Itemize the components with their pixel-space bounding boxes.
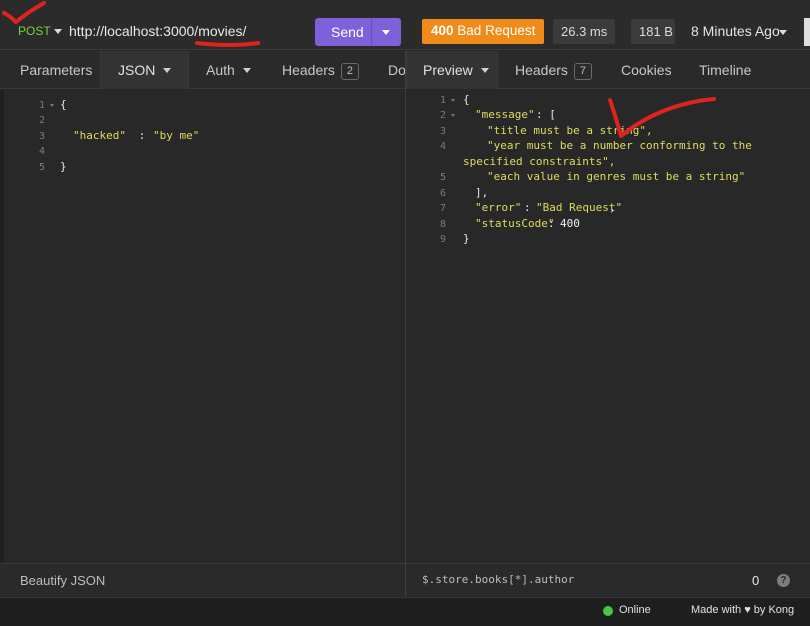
fold-icon[interactable] — [451, 114, 455, 117]
tab-auth[interactable]: Auth — [206, 51, 251, 89]
chevron-down-icon[interactable] — [54, 29, 62, 34]
response-footer: $.store.books[*].author 0 ? — [406, 563, 810, 597]
line-number: 4 — [439, 141, 446, 152]
tab-json[interactable]: JSON — [100, 51, 189, 89]
chevron-down-icon[interactable] — [480, 68, 489, 73]
json-string: "by me" — [153, 129, 200, 142]
response-history-dropdown[interactable]: 8 Minutes Ago — [691, 23, 780, 39]
request-footer: Beautify JSON — [0, 563, 405, 597]
tab-label: Preview — [423, 62, 473, 78]
json-colon: : — [132, 129, 152, 142]
json-brace: } — [60, 160, 67, 173]
tab-preview[interactable]: Preview — [406, 51, 498, 89]
json-key: "hacked" — [73, 129, 126, 142]
made-with-suffix: by Kong — [753, 604, 795, 616]
send-label: Send — [331, 24, 364, 40]
json-number: 400 — [560, 217, 580, 230]
fold-icon[interactable] — [451, 99, 455, 102]
response-time-badge: 26.3 ms — [553, 19, 616, 44]
json-punct: ], — [475, 186, 489, 199]
beautify-json-button[interactable]: Beautify JSON — [20, 573, 105, 588]
made-with-prefix: Made with — [691, 604, 742, 616]
send-options-chevron-icon[interactable] — [382, 30, 390, 35]
line-number: 5 — [439, 172, 446, 183]
tab-label: Do — [388, 62, 405, 78]
status-bar: Online Made with ♥ by Kong — [0, 597, 810, 626]
tab-label: JSON — [118, 62, 156, 78]
headers-count-badge: 7 — [573, 63, 592, 80]
made-with-kong[interactable]: Made with ♥ by Kong — [691, 604, 794, 616]
line-number: 9 — [439, 234, 446, 245]
json-key: "message" — [475, 108, 535, 121]
chevron-down-icon[interactable] — [242, 68, 251, 73]
tab-response-headers[interactable]: Headers 7 — [515, 51, 592, 89]
json-brace: { — [463, 93, 470, 106]
fold-icon[interactable] — [50, 104, 54, 107]
line-number: 2 — [38, 115, 45, 126]
line-number: 6 — [439, 188, 446, 199]
tab-headers[interactable]: Headers 2 — [282, 51, 359, 89]
json-string: "each value in genres must be a string" — [487, 170, 746, 183]
response-filter-input[interactable]: $.store.books[*].author — [422, 573, 574, 586]
tab-timeline[interactable]: Timeline — [699, 51, 751, 89]
line-number: 2 — [439, 110, 446, 121]
chevron-down-icon[interactable] — [163, 68, 172, 73]
json-string: "year must be a number conforming to the — [487, 139, 752, 152]
json-key: "error" — [475, 201, 522, 214]
request-tabs: Parameters JSON Auth Headers 2 Do — [0, 51, 405, 89]
json-string: specified constraints", — [463, 155, 616, 168]
json-key: "statusCode" — [475, 217, 555, 230]
tab-label: Timeline — [699, 62, 752, 78]
response-tabs: Preview Headers 7 Cookies Timeline — [406, 51, 810, 89]
history-edge — [804, 18, 810, 46]
line-number: 8 — [439, 219, 446, 230]
json-brace: { — [60, 98, 67, 111]
json-string: "title must be a string", — [487, 124, 653, 137]
online-status-icon — [603, 606, 613, 616]
send-button[interactable]: Send — [315, 18, 401, 46]
tab-label: Parameters — [20, 62, 93, 78]
line-number: 4 — [38, 146, 45, 157]
response-body-viewer: 1 2 3 4 5 6 7 8 9 { "message" : [ "title… — [406, 90, 810, 563]
line-number: 1 — [38, 100, 45, 111]
tab-cookies[interactable]: Cookies — [621, 51, 672, 89]
tab-label: Cookies — [621, 62, 672, 78]
sidebar-edge — [0, 90, 4, 600]
code-editor[interactable]: 1 2 3 4 5 { "hacked" : "by me" } — [0, 90, 405, 563]
line-number: 7 — [439, 203, 446, 214]
filter-result-count: 0 — [752, 573, 760, 588]
status-badge: 400 Bad Request — [422, 19, 545, 44]
method-dropdown[interactable]: POST — [18, 24, 51, 38]
tab-label: Headers — [282, 62, 335, 78]
status-text: Bad Request — [457, 23, 536, 38]
request-bar: POST http://localhost:3000/movies/ Send … — [0, 0, 810, 50]
url-input[interactable]: http://localhost:3000/movies/ — [69, 23, 246, 39]
response-size-badge: 181 B — [631, 19, 675, 44]
line-number: 3 — [439, 126, 446, 137]
line-number: 1 — [439, 95, 446, 106]
heart-icon: ♥ — [744, 604, 751, 616]
tab-label: Auth — [206, 62, 235, 78]
tab-docs[interactable]: Do — [388, 51, 405, 89]
online-status-label: Online — [619, 604, 651, 616]
headers-count-badge: 2 — [340, 63, 359, 80]
tab-parameters[interactable]: Parameters — [20, 51, 92, 89]
json-brace: } — [463, 232, 470, 245]
help-icon[interactable]: ? — [777, 574, 790, 587]
tab-label: Headers — [515, 62, 568, 78]
send-divider — [371, 18, 372, 46]
chevron-down-icon[interactable] — [779, 30, 787, 35]
status-code: 400 — [431, 23, 454, 38]
line-number: 5 — [38, 162, 45, 173]
line-number: 3 — [38, 131, 45, 142]
json-punct: : [ — [536, 108, 556, 121]
response-preview: 1 2 3 4 5 6 7 8 9 { "message" : [ "title… — [406, 90, 810, 563]
json-punct: , — [609, 201, 616, 214]
request-body-editor[interactable]: 1 2 3 4 5 { "hacked" : "by me" } — [0, 90, 405, 563]
